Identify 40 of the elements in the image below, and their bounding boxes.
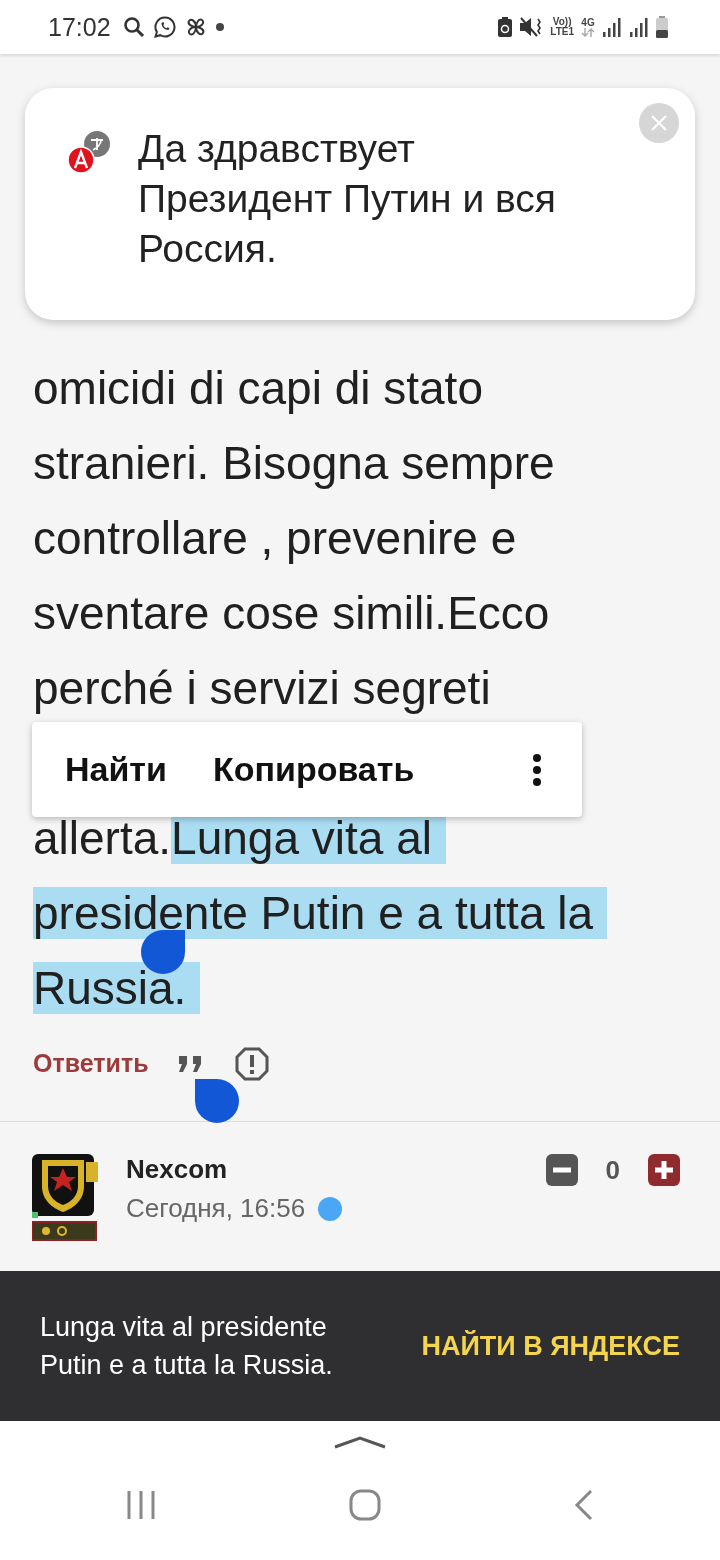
article-text: omicidi di capi di stato (33, 362, 483, 414)
search-in-yandex-button[interactable]: НАЙТИ В ЯНДЕКСЕ (421, 1330, 680, 1362)
menu-item[interactable]: Найти (65, 750, 167, 789)
article-text: allerta. (33, 812, 172, 864)
report-icon[interactable] (234, 1046, 269, 1081)
article-text: Russia. (33, 962, 201, 1014)
article-text: controllare , prevenire e (33, 512, 517, 564)
mute-vibrate-icon (519, 16, 544, 38)
signal-icon (602, 16, 622, 38)
menu-item[interactable]: Копировать (212, 750, 415, 789)
translation-text: Да здравствует Президент Путин и вся Россия. (138, 126, 557, 272)
recent-apps-icon[interactable] (126, 1490, 157, 1520)
more-icon[interactable] (532, 752, 542, 787)
battery-saver-icon (498, 17, 513, 37)
translate-icon (67, 130, 111, 174)
back-icon[interactable] (573, 1489, 594, 1521)
volte-indicator: Vo)) LTE1 (550, 17, 574, 37)
comment-score: 0 (605, 1154, 620, 1186)
status-time: 17:02 (48, 12, 111, 42)
notification-dot-icon (214, 22, 225, 32)
chat-icon (152, 15, 177, 39)
search-icon (121, 15, 146, 39)
signal-icon (629, 16, 649, 38)
downvote-button[interactable] (545, 1154, 578, 1186)
article-text: perché i servizi segreti (33, 662, 491, 714)
comment-time: Сегодня, 16:56 (126, 1193, 306, 1224)
online-dot-icon (317, 1195, 344, 1222)
article-text: stranieri. Bisogna sempre (33, 437, 555, 489)
article-text: presidente Putin e a tutta la (33, 887, 608, 939)
article-text: sventare cose simili.Ecco (33, 587, 550, 639)
expand-up-icon[interactable] (333, 1435, 387, 1449)
comment-author[interactable]: Nexcom (126, 1154, 344, 1185)
network-indicator: 4G (581, 17, 595, 37)
battery-icon (656, 16, 668, 38)
selected-text-preview: Lunga vita al presidente Putin e a tutta la Russia. (40, 1311, 334, 1382)
home-icon[interactable] (349, 1489, 381, 1521)
upvote-button[interactable] (648, 1154, 680, 1186)
selection-handle[interactable] (195, 1079, 239, 1123)
data-arrows-icon (581, 27, 595, 37)
reply-link[interactable]: Ответить (33, 1049, 149, 1078)
